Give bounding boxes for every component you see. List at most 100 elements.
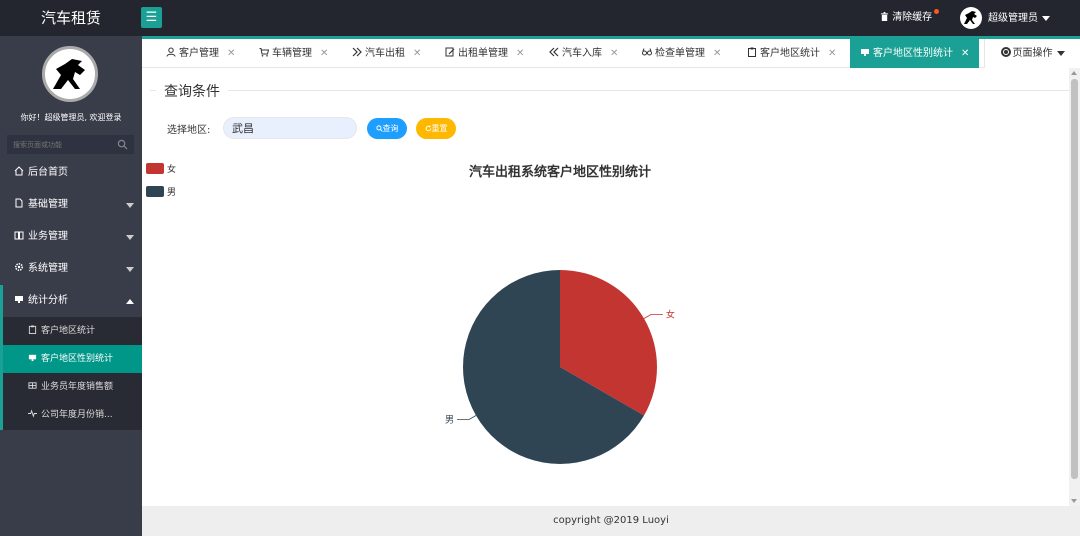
- legend-swatch[interactable]: [146, 186, 164, 197]
- legend-label[interactable]: 男: [167, 187, 176, 198]
- menu-toggle-button[interactable]: ☰: [141, 7, 162, 28]
- sidebar-avatar: [42, 46, 98, 102]
- scrollbar-thumb[interactable]: [1071, 79, 1078, 479]
- target-icon: [1001, 47, 1011, 57]
- vertical-scrollbar[interactable]: [1069, 68, 1080, 506]
- close-icon[interactable]: ✕: [413, 48, 421, 59]
- sidebar-item-label: 基础管理: [28, 199, 68, 210]
- close-icon[interactable]: ✕: [610, 48, 618, 59]
- tab-label: 出租单管理: [458, 48, 508, 59]
- sidebar-subitem-label: 客户地区统计: [41, 326, 95, 336]
- home-icon: [14, 166, 24, 176]
- sidebar-item-label: 统计分析: [28, 295, 68, 306]
- chevron-up-icon: [126, 299, 134, 304]
- monitor-icon: [28, 353, 37, 362]
- chevron-down-icon: [1042, 16, 1050, 21]
- tab-label: 汽车出租: [365, 48, 405, 59]
- forward-icon: [352, 47, 362, 57]
- scroll-up-arrow-icon[interactable]: [1071, 71, 1077, 75]
- sidebar-subitem-label: 客户地区性别统计: [41, 354, 113, 364]
- tab-label: 客户地区性别统计: [873, 48, 953, 59]
- tab-rent-orders[interactable]: 出租单管理 ✕: [445, 39, 524, 68]
- pie-label: 女: [666, 309, 675, 321]
- tab-label: 汽车入库: [562, 48, 602, 59]
- sidebar-subitem-gender-stats[interactable]: 客户地区性别统计: [0, 345, 142, 373]
- close-icon[interactable]: ✕: [516, 48, 524, 59]
- chevron-down-icon: [126, 235, 134, 240]
- horse-logo-icon: [45, 49, 95, 99]
- tab-label: 客户管理: [179, 48, 219, 59]
- sidebar: 你好！超级管理员, 欢迎登录 后台首页 基础管理 业务管理 系统管理 统计分析 …: [0, 36, 142, 536]
- sidebar-item-label: 业务管理: [28, 231, 68, 242]
- sidebar-item-basic[interactable]: 基础管理: [0, 189, 142, 221]
- pie-leader-line: [457, 416, 476, 420]
- tab-bar: 客户管理 ✕ 车辆管理 ✕ 汽车出租 ✕ 出租单管理 ✕ 汽车入库 ✕ 检查单管理 ✕ 客户…: [142, 36, 1080, 68]
- tab-region-stats[interactable]: 客户地区统计 ✕: [747, 39, 836, 68]
- legend-label[interactable]: 女: [167, 163, 176, 175]
- user-menu[interactable]: 超级管理员: [960, 7, 1050, 29]
- footer: copyright @2019 Luoyi: [142, 506, 1080, 536]
- sidebar-item-statistics[interactable]: 统计分析: [0, 285, 142, 317]
- book-icon: [14, 230, 24, 240]
- sidebar-item-system[interactable]: 系统管理: [0, 253, 142, 285]
- tab-customer[interactable]: 客户管理 ✕: [166, 39, 235, 68]
- clipboard-icon: [747, 47, 757, 57]
- user-icon: [166, 47, 176, 57]
- avatar: [960, 7, 982, 29]
- legend-swatch[interactable]: [146, 163, 164, 174]
- pie-slices: [463, 270, 657, 464]
- tab-label: 检查单管理: [655, 48, 705, 59]
- gear-icon: [14, 262, 24, 272]
- sidebar-subitem-sales-yearly[interactable]: 业务员年度销售额: [0, 373, 142, 401]
- close-icon[interactable]: ✕: [320, 48, 328, 59]
- table-icon: [28, 381, 37, 390]
- sidebar-item-label: 后台首页: [28, 167, 68, 178]
- sidebar-search-input[interactable]: [7, 135, 134, 154]
- trash-icon: [880, 12, 889, 21]
- cart-icon: [259, 47, 269, 57]
- tab-return[interactable]: 汽车入库 ✕: [549, 39, 618, 68]
- chevron-down-icon: [126, 203, 134, 208]
- main-content: 查询条件 选择地区: 查询 重置 汽车出租系统客户地区性别统计 女男 女男: [142, 68, 1080, 506]
- notification-dot: [934, 9, 939, 14]
- welcome-text: 你好！超级管理员, 欢迎登录: [0, 112, 142, 123]
- page-operations-label: 页面操作: [1013, 48, 1053, 59]
- app-logo[interactable]: 汽车租赁: [0, 0, 142, 36]
- submenu-accent-strip: [0, 317, 3, 430]
- close-icon[interactable]: ✕: [961, 48, 969, 59]
- clear-cache-button[interactable]: 清除缓存: [880, 0, 939, 36]
- tab-vehicle[interactable]: 车辆管理 ✕: [259, 39, 328, 68]
- clear-cache-label: 清除缓存: [892, 12, 932, 23]
- tab-label: 车辆管理: [272, 48, 312, 59]
- chevron-down-icon: [1057, 51, 1065, 56]
- sidebar-subitem-label: 业务员年度销售额: [41, 382, 113, 392]
- top-header: 汽车租赁 ☰ 清除缓存 超级管理员: [0, 0, 1080, 36]
- sidebar-item-home[interactable]: 后台首页: [0, 157, 142, 189]
- chevron-down-icon: [126, 267, 134, 272]
- chart-icon: [14, 294, 24, 304]
- monitor-icon: [860, 47, 870, 57]
- file-icon: [14, 198, 24, 208]
- sidebar-item-label: 系统管理: [28, 263, 68, 274]
- close-icon[interactable]: ✕: [828, 48, 836, 59]
- chart-legend: 女男: [146, 163, 176, 198]
- chart-title: 汽车出租系统客户地区性别统计: [469, 164, 651, 180]
- pie-leader-line: [644, 315, 663, 319]
- sidebar-item-business[interactable]: 业务管理: [0, 221, 142, 253]
- edit-icon: [445, 47, 455, 57]
- scroll-down-arrow-icon[interactable]: [1071, 499, 1077, 503]
- search-icon[interactable]: [117, 139, 128, 150]
- sidebar-subitem-monthly-sales[interactable]: 公司年度月份销...: [0, 401, 142, 429]
- tab-inspections[interactable]: 检查单管理 ✕: [642, 39, 721, 68]
- page-operations-menu[interactable]: 页面操作: [984, 39, 1080, 68]
- sidebar-subitem-region-stats[interactable]: 客户地区统计: [0, 317, 142, 345]
- tab-gender-stats[interactable]: 客户地区性别统计 ✕: [850, 39, 979, 68]
- gender-pie-chart: 汽车出租系统客户地区性别统计 女男 女男: [142, 68, 1070, 506]
- pie-label: 男: [445, 415, 454, 426]
- pulse-icon: [28, 409, 37, 418]
- horse-logo-icon: [960, 7, 982, 29]
- close-icon[interactable]: ✕: [713, 48, 721, 59]
- tab-rent[interactable]: 汽车出租 ✕: [352, 39, 421, 68]
- close-icon[interactable]: ✕: [227, 48, 235, 59]
- tab-label: 客户地区统计: [760, 48, 820, 59]
